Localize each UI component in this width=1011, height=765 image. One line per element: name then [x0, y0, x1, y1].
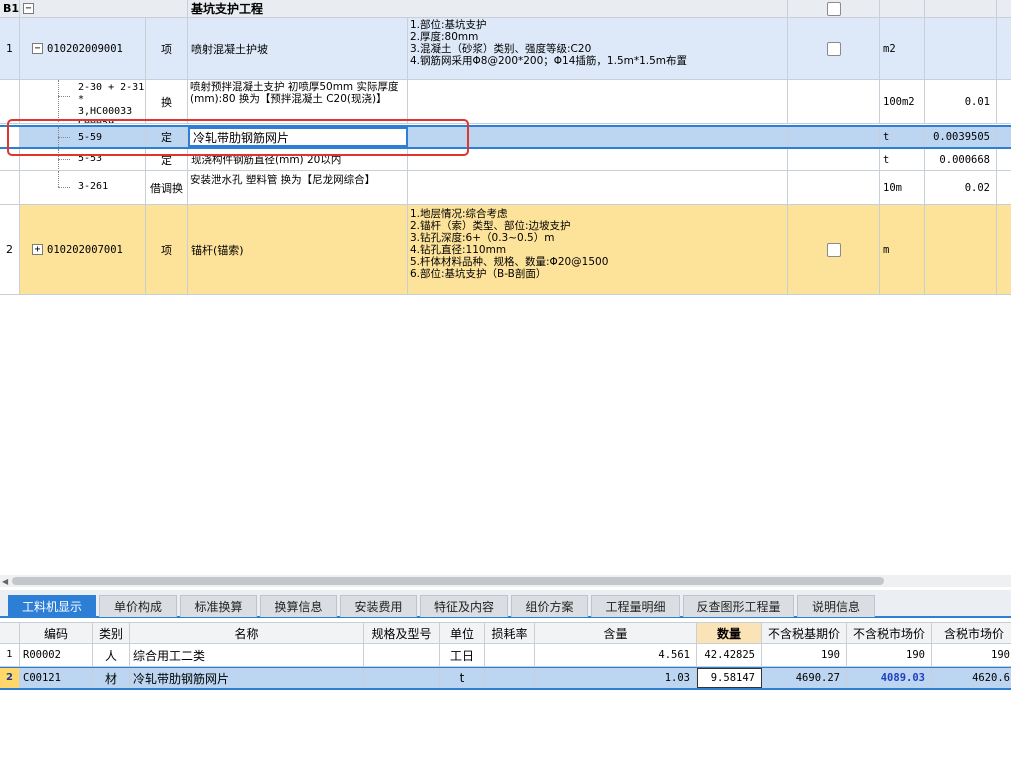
tab-description[interactable]: 说明信息	[797, 595, 875, 617]
item-feature[interactable]: 1.地层情况:综合考虑 2.锚杆（索）类型、部位:边坡支护 3.钻孔深度:6+（…	[408, 205, 788, 294]
res-content[interactable]: 1.03	[535, 668, 697, 688]
item-unit: m	[880, 205, 925, 294]
col-quantity[interactable]: 数量	[697, 623, 762, 643]
item-code: 010202009001	[47, 42, 123, 55]
section-row[interactable]: B1 − 基坑支护工程	[0, 0, 1011, 18]
res-unit[interactable]: 工日	[440, 644, 485, 666]
sub-type: 换	[146, 80, 188, 123]
item-unit: m2	[880, 18, 925, 79]
row-number: 2	[0, 668, 20, 688]
section-id: B1	[0, 0, 20, 17]
res-name[interactable]: 综合用工二类	[130, 644, 364, 666]
col-base-price[interactable]: 不含税基期价	[762, 623, 847, 643]
sub-unit: 10m	[880, 171, 925, 204]
col-tax-market-price[interactable]: 含税市场价	[932, 623, 1011, 643]
resource-grid: 编码 类别 名称 规格及型号 单位 损耗率 含量 数量 不含税基期价 不含税市场…	[0, 620, 1011, 765]
sub-unit: t	[880, 149, 925, 170]
item-feature[interactable]: 1.部位:基坑支护 2.厚度:80mm 3.混凝土（砂浆）类别、强度等级:C20…	[408, 18, 788, 79]
item-type: 项	[146, 205, 188, 294]
col-code[interactable]: 编码	[20, 623, 93, 643]
res-content[interactable]: 4.561	[535, 644, 697, 666]
sub-name[interactable]: 喷射预拌混凝土支护 初喷厚50mm 实际厚度(mm):80 换为【预拌混凝土 C…	[188, 80, 408, 123]
sub-type: 借调换	[146, 171, 188, 204]
expand-icon[interactable]: +	[32, 244, 43, 255]
sub-code: 3-261	[78, 181, 109, 192]
row-number: 2	[0, 205, 20, 294]
tab-graphic-quantity[interactable]: 反查图形工程量	[683, 595, 794, 617]
col-category[interactable]: 类别	[93, 623, 130, 643]
res-market-price[interactable]: 190	[847, 644, 932, 666]
col-unit[interactable]: 单位	[440, 623, 485, 643]
res-base-price[interactable]: 4690.27	[762, 668, 847, 688]
res-tax-market-price[interactable]: 190	[932, 644, 1011, 666]
tab-features[interactable]: 特征及内容	[420, 595, 508, 617]
checkbox[interactable]	[826, 242, 841, 257]
sub-qty: 0.0039505	[925, 127, 997, 147]
detail-tab-bar: 工料机显示 单价构成 标准换算 换算信息 安装费用 特征及内容 组价方案 工程量…	[0, 590, 1011, 618]
res-spec[interactable]	[364, 644, 440, 666]
checkbox[interactable]	[826, 1, 841, 16]
sub-code: 2-30 + 2-31 * 3,HC00033 C00059	[78, 82, 145, 123]
sub-qty: 0.02	[925, 171, 997, 204]
table-row[interactable]: 1 − 010202009001 项 喷射混凝土护坡 1.部位:基坑支护 2.厚…	[0, 18, 1011, 80]
res-quantity-input[interactable]: 9.58147	[697, 668, 762, 688]
item-code: 010202007001	[47, 243, 123, 256]
sub-qty: 0.01	[925, 80, 997, 123]
scroll-left-icon[interactable]: ◀	[2, 577, 8, 586]
row-number: 1	[0, 644, 20, 666]
res-spec[interactable]	[364, 668, 440, 688]
res-code[interactable]: C00121	[20, 668, 93, 688]
res-unit[interactable]: t	[440, 668, 485, 688]
tab-conversion-info[interactable]: 换算信息	[260, 595, 337, 617]
red-highlight-box	[7, 119, 469, 156]
res-loss[interactable]	[485, 668, 535, 688]
section-title: 基坑支护工程	[188, 0, 788, 17]
tab-labor-material[interactable]: 工料机显示	[8, 595, 96, 617]
horizontal-scrollbar[interactable]: ◀	[0, 575, 1011, 587]
res-category[interactable]: 人	[93, 644, 130, 666]
resource-row-selected[interactable]: 2 C00121 材 冷轧带肋钢筋网片 t 1.03 9.58147 4690.…	[0, 667, 1011, 690]
table-row[interactable]: 2 + 010202007001 项 锚杆(锚索) 1.地层情况:综合考虑 2.…	[0, 205, 1011, 295]
res-category[interactable]: 材	[93, 668, 130, 688]
sub-unit: t	[880, 127, 925, 147]
scrollbar-thumb[interactable]	[12, 577, 884, 585]
col-content[interactable]: 含量	[535, 623, 697, 643]
item-type: 项	[146, 18, 188, 79]
sub-unit: 100m2	[880, 80, 925, 123]
resource-row[interactable]: 1 R00002 人 综合用工二类 工日 4.561 42.42825 190 …	[0, 644, 1011, 667]
tab-unit-price[interactable]: 单价构成	[99, 595, 177, 617]
tab-install-fee[interactable]: 安装费用	[340, 595, 417, 617]
item-name[interactable]: 喷射混凝土护坡	[188, 18, 408, 79]
tab-pricing-plan[interactable]: 组价方案	[511, 595, 588, 617]
collapse-icon[interactable]: −	[23, 3, 34, 14]
tab-quantity-detail[interactable]: 工程量明细	[591, 595, 680, 617]
table-row[interactable]: 3-261 借调换 安装泄水孔 塑料管 换为【尼龙网综合】 10m 0.02	[0, 171, 1011, 205]
table-row[interactable]: 2-30 + 2-31 * 3,HC00033 C00059 换 喷射预拌混凝土…	[0, 80, 1011, 124]
row-number: 1	[0, 18, 20, 79]
col-market-price[interactable]: 不含税市场价	[847, 623, 932, 643]
budget-grid: B1 − 基坑支护工程 1 − 010202009001 项 喷射混凝土护坡 1…	[0, 0, 1011, 575]
res-name[interactable]: 冷轧带肋钢筋网片	[130, 668, 364, 688]
checkbox[interactable]	[826, 41, 841, 56]
col-spec[interactable]: 规格及型号	[364, 623, 440, 643]
collapse-icon[interactable]: −	[32, 43, 43, 54]
item-name[interactable]: 锚杆(锚索)	[188, 205, 408, 294]
sub-name[interactable]: 安装泄水孔 塑料管 换为【尼龙网综合】	[188, 171, 408, 204]
res-quantity[interactable]: 42.42825	[697, 644, 762, 666]
res-market-price[interactable]: 4089.03	[847, 668, 932, 688]
resource-header: 编码 类别 名称 规格及型号 单位 损耗率 含量 数量 不含税基期价 不含税市场…	[0, 622, 1011, 644]
col-loss-rate[interactable]: 损耗率	[485, 623, 535, 643]
res-base-price[interactable]: 190	[762, 644, 847, 666]
res-tax-market-price[interactable]: 4620.6	[932, 668, 1011, 688]
col-name[interactable]: 名称	[130, 623, 364, 643]
res-loss[interactable]	[485, 644, 535, 666]
tab-standard-conversion[interactable]: 标准换算	[180, 595, 257, 617]
sub-qty: 0.000668	[925, 149, 997, 170]
res-code[interactable]: R00002	[20, 644, 93, 666]
